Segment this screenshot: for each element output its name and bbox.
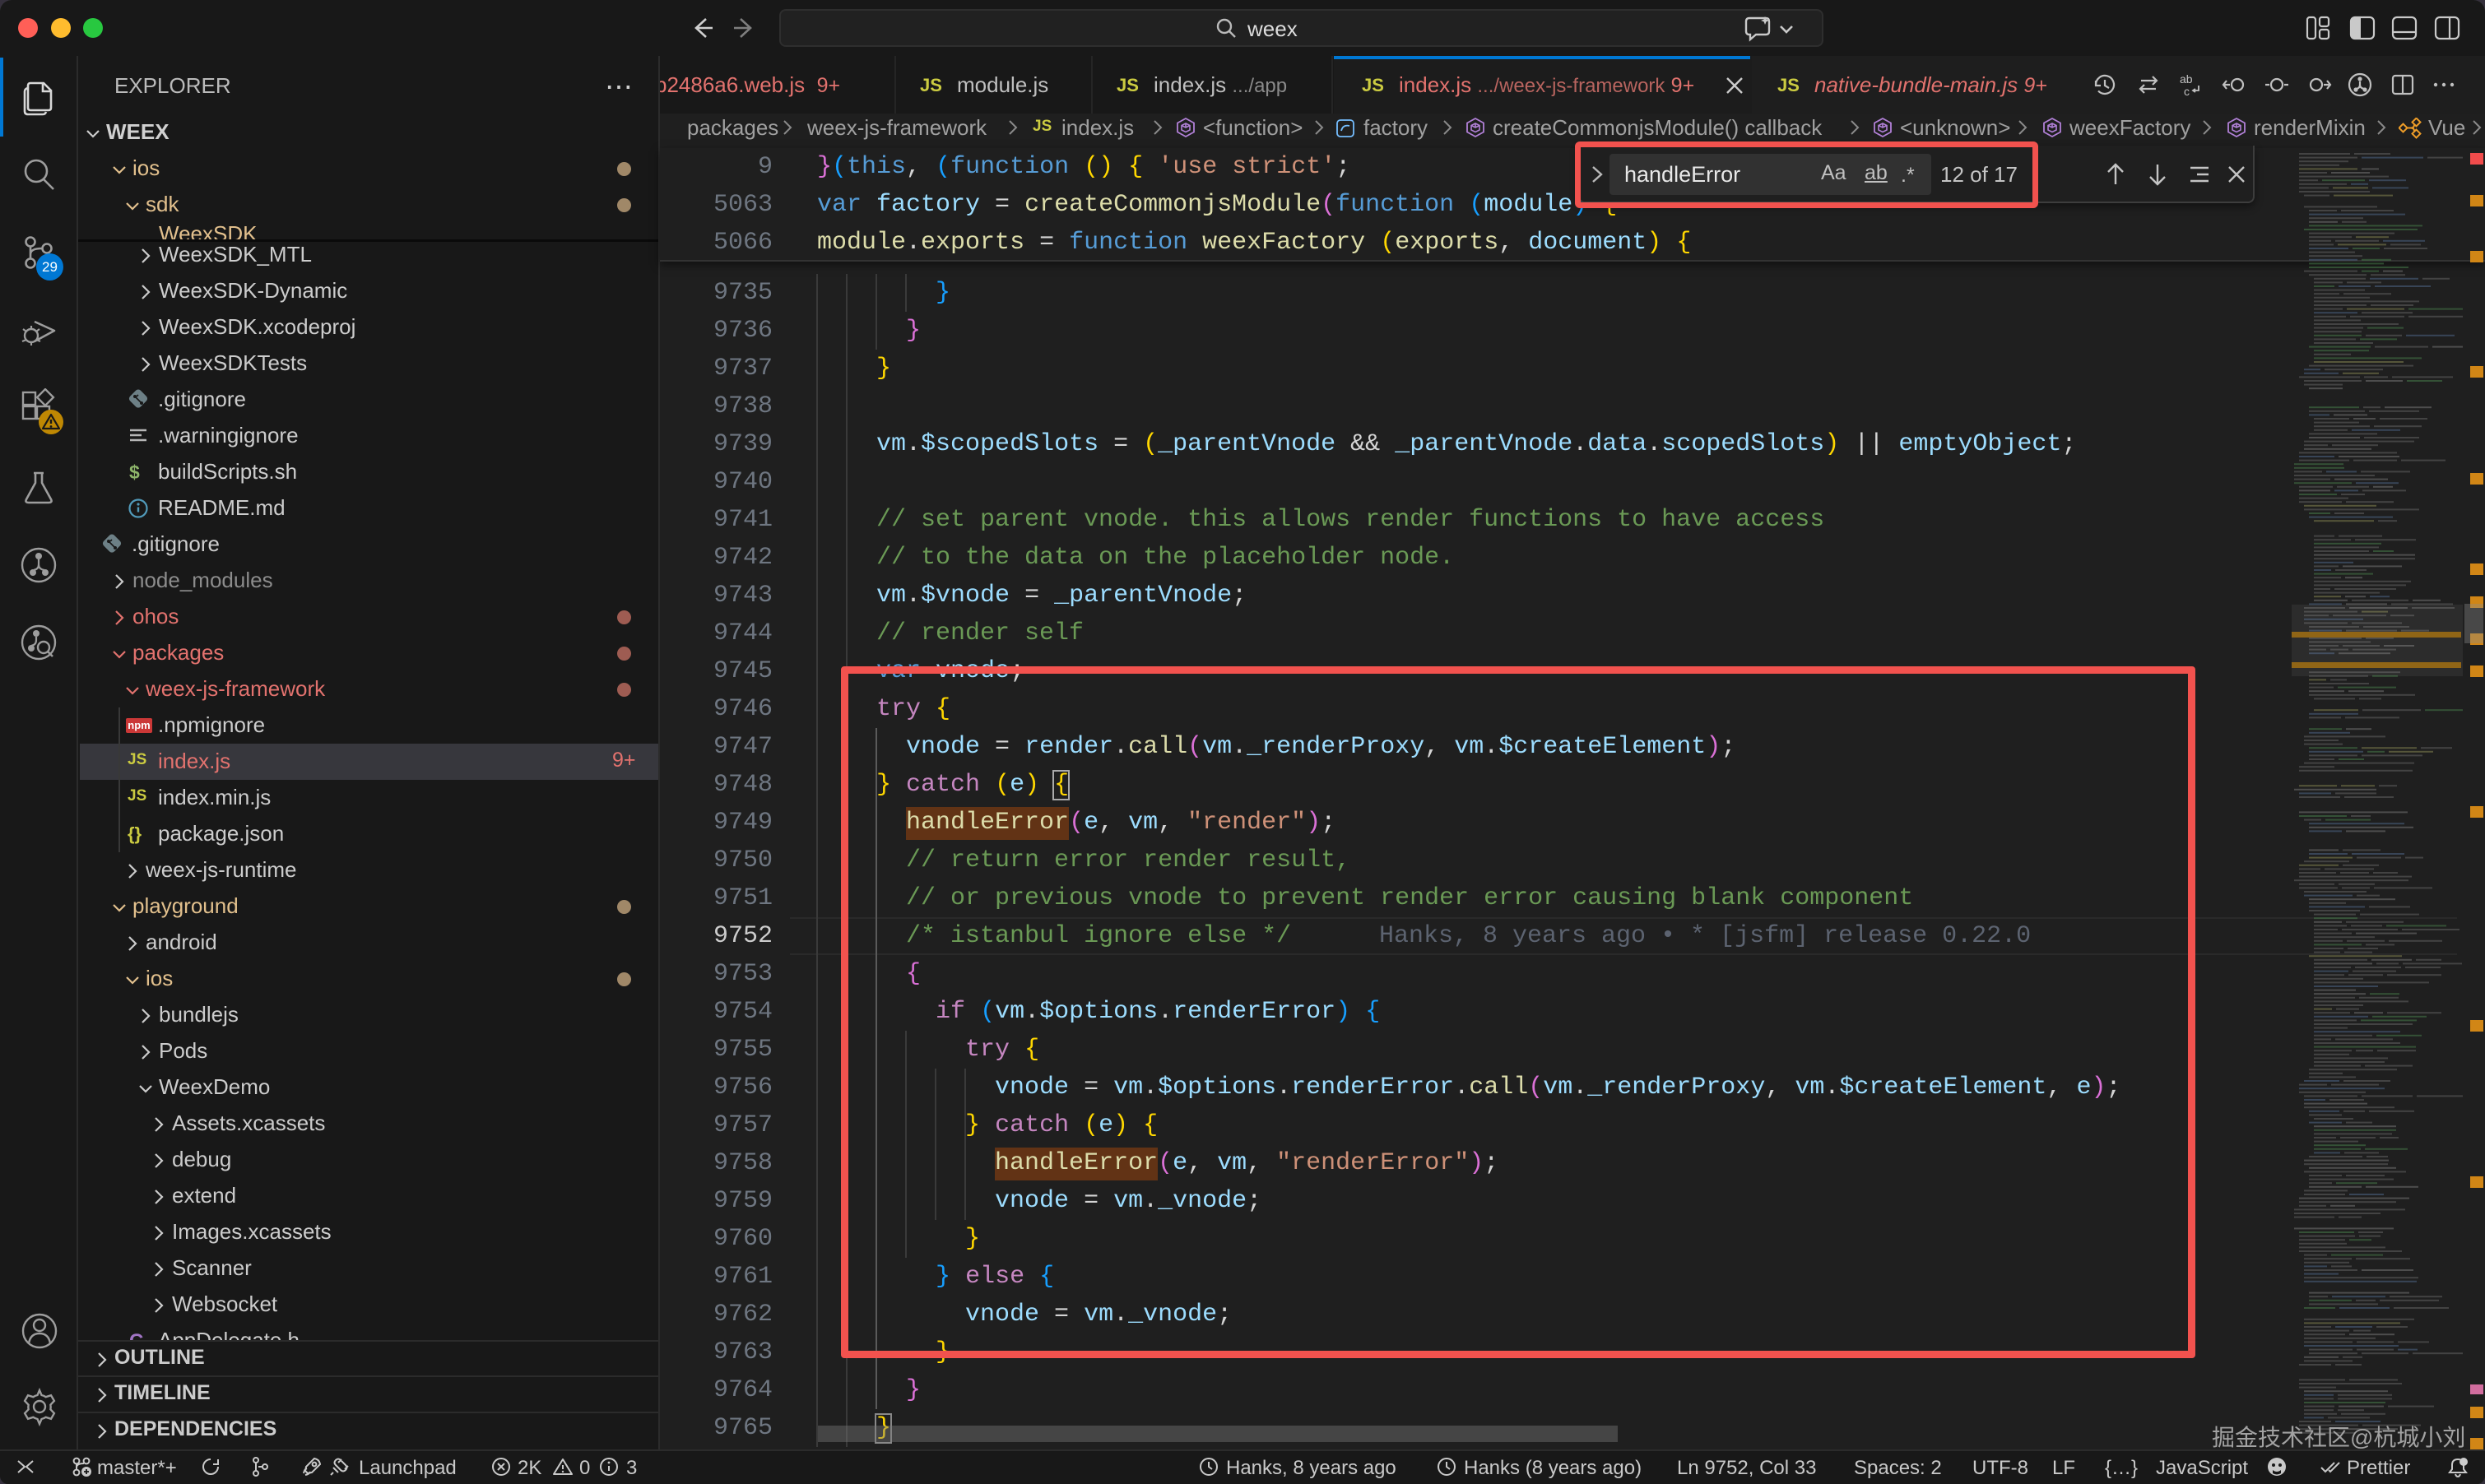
svg-text:ab: ab [2180,72,2193,86]
svg-text:c: c [2184,85,2190,98]
